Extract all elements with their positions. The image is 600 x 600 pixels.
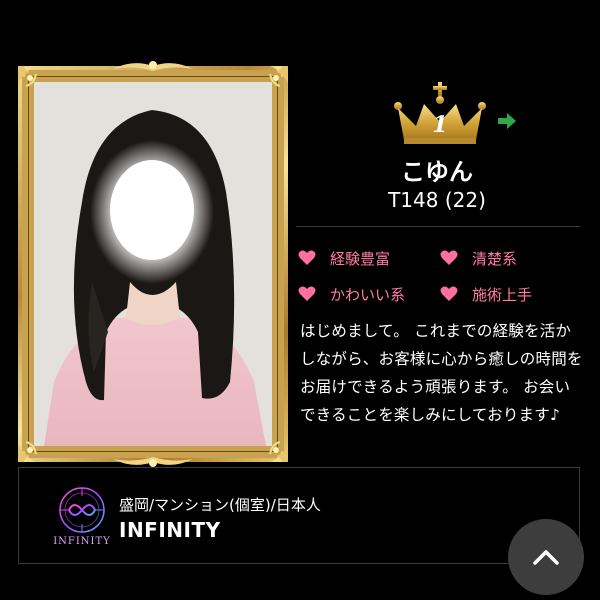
- frame-corner-ornament-icon: [269, 66, 288, 87]
- tag-label: 清楚系: [472, 249, 518, 268]
- tag-item: 経験豊富: [298, 246, 390, 270]
- tag-label: 施術上手: [472, 285, 533, 304]
- cast-height-age: T148 (22): [388, 188, 486, 212]
- shop-card[interactable]: INFINITY 盛岡/マンション(個室)/日本人 INFINITY: [18, 467, 580, 564]
- tag-item: 施術上手: [440, 282, 532, 306]
- cast-photo[interactable]: [34, 82, 272, 446]
- heart-icon: [298, 286, 316, 301]
- frame-top-ornament-icon: [113, 61, 193, 71]
- tag-label: 経験豊富: [330, 249, 391, 268]
- tag-item: かわいい系: [298, 282, 405, 306]
- shop-logo-text: INFINITY: [53, 536, 111, 547]
- cast-description: はじめまして。 これまでの経験を活かしながら、お客様に心から癒しの時間をお届けで…: [300, 322, 583, 424]
- rank-number: 1: [432, 112, 448, 138]
- frame-inner: [22, 70, 284, 458]
- shop-location: 盛岡/マンション(個室)/日本人: [119, 496, 321, 514]
- cast-profile-page: 1 こゆん T148 (22) 経験豊富 清楚系 かわいい系 施術上手 はじめま…: [0, 0, 600, 600]
- shop-logo: INFINITY: [53, 487, 111, 547]
- rank-badge: 1: [394, 82, 486, 146]
- shop-name[interactable]: INFINITY: [119, 518, 221, 542]
- chevron-up-icon: [533, 550, 559, 565]
- divider: [296, 226, 580, 227]
- heart-icon: [298, 250, 316, 265]
- arrow-right-icon[interactable]: [497, 112, 517, 130]
- frame-corner-ornament-icon: [18, 441, 37, 462]
- scroll-to-top-button[interactable]: [508, 519, 584, 595]
- cast-photo-frame: [18, 61, 288, 467]
- frame-corner-ornament-icon: [269, 441, 288, 462]
- frame-corner-ornament-icon: [18, 66, 37, 87]
- heart-icon: [440, 250, 458, 265]
- heart-icon: [440, 286, 458, 301]
- tag-item: 清楚系: [440, 246, 517, 270]
- tag-label: かわいい系: [330, 285, 406, 304]
- cast-name: こゆん: [401, 158, 473, 186]
- cast-photo-image: [34, 82, 272, 446]
